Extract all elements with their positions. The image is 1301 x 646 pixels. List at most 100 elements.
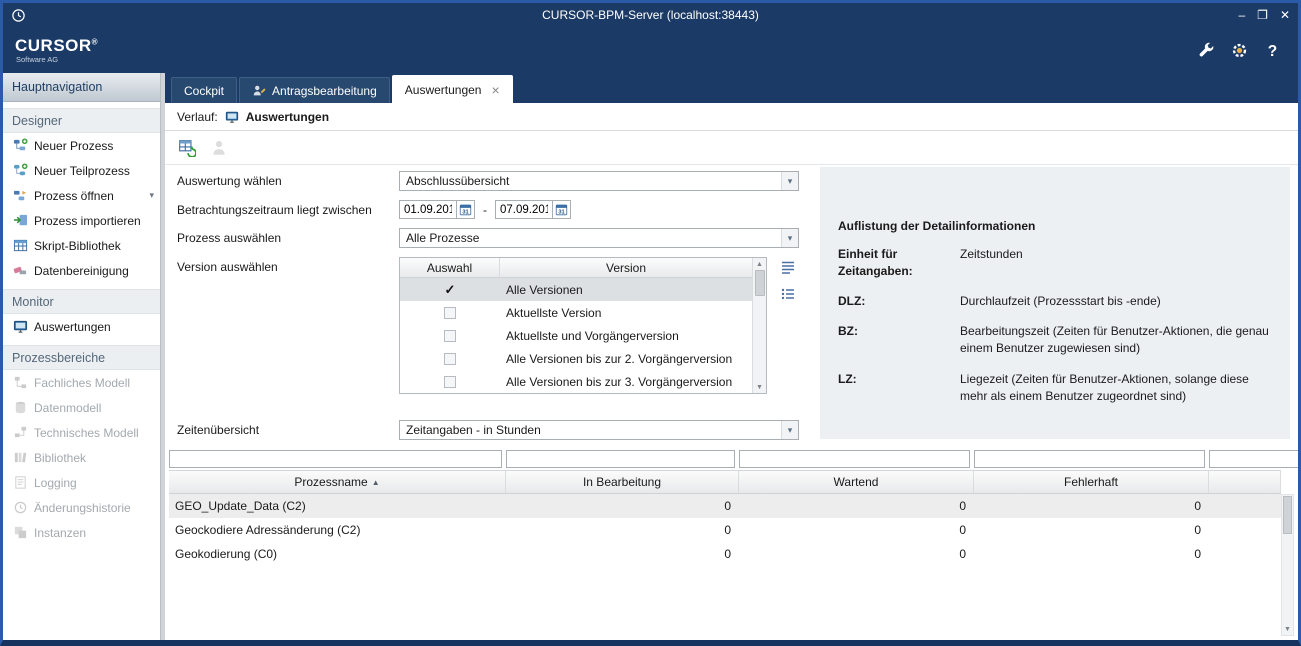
zeiten-row: Zeitenübersicht Zeitangaben - in Stunden… [177, 420, 825, 440]
close-icon[interactable]: × [491, 83, 499, 97]
chevron-down-icon[interactable]: ▾ [149, 190, 154, 201]
sidebar-item-label: Neuer Teilprozess [34, 164, 130, 178]
filter-input-3[interactable] [974, 450, 1205, 468]
version-row[interactable]: Alle Versionen bis zur 3. Vorgängerversi… [400, 370, 752, 393]
sort-asc-icon: ▲ [372, 478, 380, 487]
close-button[interactable]: ✕ [1280, 9, 1290, 21]
version-row[interactable]: Aktuellste und Vorgängerversion [400, 324, 752, 347]
app-window: CURSOR-BPM-Server (localhost:38443) – ❐ … [0, 0, 1301, 646]
checkbox-icon[interactable] [444, 353, 456, 365]
date-from-input[interactable] [399, 200, 457, 219]
main-area: Cockpit Antragsbearbeitung Auswertungen × V… [161, 73, 1298, 640]
svg-text:31: 31 [462, 210, 468, 216]
filter-input-1[interactable] [506, 450, 735, 468]
chevron-down-icon: ▾ [781, 172, 798, 190]
column-header-wartend[interactable]: Wartend [739, 471, 974, 493]
details-icon[interactable] [780, 259, 796, 275]
column-header-prozessname[interactable]: Prozessname ▲ [169, 471, 506, 493]
calendar-to-button[interactable]: 31 [553, 200, 571, 219]
tab-antragsbearbeitung[interactable]: Antragsbearbeitung [239, 77, 390, 103]
auswertung-select[interactable]: Abschlussübersicht ▾ [399, 171, 799, 191]
sidebar-item-fachliches-modell: Fachliches Modell [3, 370, 160, 395]
table-row[interactable]: GEO_Update_Data (C2)000 [169, 494, 1281, 518]
history-label: Verlauf: [177, 110, 218, 124]
row-value-cell: 0 [974, 547, 1209, 561]
checkbox-icon[interactable] [444, 330, 456, 342]
minimize-button[interactable]: – [1238, 9, 1245, 21]
tab-cockpit[interactable]: Cockpit [171, 77, 237, 103]
history-item[interactable]: Auswertungen [246, 110, 329, 124]
tab-label: Cockpit [184, 84, 224, 98]
checkmark-icon: ✓ [445, 283, 456, 296]
row-name-cell: Geockodiere Adressänderung (C2) [169, 523, 506, 537]
process-open-icon [13, 188, 28, 203]
sidebar-item-prozess-offnen[interactable]: Prozess öffnen▾ [3, 183, 160, 208]
datamodel-icon [13, 400, 28, 415]
scroll-down-icon[interactable]: ▼ [1284, 623, 1291, 635]
scroll-up-icon[interactable]: ▲ [756, 258, 763, 270]
version-scrollbar[interactable]: ▲ ▼ [752, 258, 766, 393]
column-header-fehlerhaft[interactable]: Fehlerhaft [974, 471, 1209, 493]
column-header-version: Version [500, 258, 752, 277]
checkbox-icon[interactable] [444, 307, 456, 319]
refresh-report-button[interactable] [175, 136, 199, 160]
zeiten-select[interactable]: Zeitangaben - in Stunden ▾ [399, 420, 799, 440]
version-row[interactable]: ✓ Alle Versionen [400, 278, 752, 301]
list-icon[interactable] [780, 286, 796, 302]
calendar-from-button[interactable]: 31 [457, 200, 475, 219]
version-row[interactable]: Aktuellste Version [400, 301, 752, 324]
checkbox-icon[interactable] [444, 376, 456, 388]
scrollbar-thumb[interactable] [755, 270, 765, 296]
process-new-icon [13, 138, 28, 153]
sidebar-item-datenbereinigung[interactable]: Datenbereinigung [3, 258, 160, 283]
wrench-icon[interactable] [1197, 41, 1216, 60]
registered-mark: ® [92, 37, 98, 46]
sidebar-section-monitor: Monitor [3, 289, 160, 314]
help-icon[interactable]: ? [1263, 41, 1282, 60]
sidebar-item-datenmodell: Datenmodell [3, 395, 160, 420]
info-entry: DLZ:Durchlaufzeit (Prozessstart bis -end… [838, 293, 1270, 310]
filter-input-0[interactable] [169, 450, 502, 468]
scroll-down-icon[interactable]: ▼ [756, 381, 763, 393]
deploy-icon[interactable] [1230, 41, 1249, 60]
info-definition: Zeitstunden [960, 246, 1270, 280]
column-label: Fehlerhaft [1064, 475, 1118, 489]
sidebar-item-neuer-prozess[interactable]: Neuer Prozess [3, 133, 160, 158]
maximize-button[interactable]: ❐ [1257, 9, 1268, 21]
date-to-input[interactable] [495, 200, 553, 219]
table-row[interactable]: Geokodierung (C0)000 [169, 542, 1281, 566]
vertical-scrollbar[interactable]: ▼ [1281, 494, 1294, 636]
sidebar-item-auswertungen[interactable]: Auswertungen [3, 314, 160, 339]
version-table-header: Auswahl Version [400, 258, 752, 278]
tab-label: Auswertungen [405, 83, 482, 97]
version-check-cell [400, 376, 500, 388]
filter-input-4[interactable] [1209, 450, 1301, 468]
tab-auswertungen[interactable]: Auswertungen × [392, 75, 513, 103]
column-label: Prozessname [294, 475, 367, 489]
reports-icon [13, 319, 28, 334]
row-name-cell: Geokodierung (C0) [169, 547, 506, 561]
prozess-select[interactable]: Alle Prozesse ▾ [399, 228, 799, 248]
scrollbar-thumb[interactable] [1283, 496, 1292, 534]
brand-name: CURSOR [15, 36, 92, 55]
zeitraum-row: Betrachtungszeitraum liegt zwischen 31 -… [177, 200, 825, 219]
sidebar-item-skript-bibliothek[interactable]: Skript-Bibliothek [3, 233, 160, 258]
version-check-cell [400, 330, 500, 342]
row-value-cell: 0 [974, 499, 1209, 513]
column-header-in-bearbeitung[interactable]: In Bearbeitung [506, 471, 739, 493]
app-header: CURSOR® Software AG ? [3, 27, 1298, 73]
zeitraum-label: Betrachtungszeitraum liegt zwischen [177, 203, 399, 217]
version-table: Auswahl Version ✓ Alle Versionen Aktuellst… [399, 257, 767, 394]
table-row[interactable]: Geockodiere Adressänderung (C2)000 [169, 518, 1281, 542]
results-section: Prozessname ▲ In BearbeitungWartend Fehlerh… [165, 448, 1298, 640]
sidebar-item-neuer-teilprozess[interactable]: Neuer Teilprozess [3, 158, 160, 183]
prozess-row: Prozess auswählen Alle Prozesse ▾ [177, 228, 825, 248]
model-icon [13, 375, 28, 390]
version-option-label: Alle Versionen [500, 283, 752, 297]
title-bar: CURSOR-BPM-Server (localhost:38443) – ❐ … [3, 3, 1298, 27]
filter-input-2[interactable] [739, 450, 970, 468]
sidebar-item-prozess-importieren[interactable]: Prozess importieren [3, 208, 160, 233]
version-row[interactable]: Alle Versionen bis zur 2. Vorgängerversi… [400, 347, 752, 370]
person-gray-icon [210, 139, 228, 157]
report-form: Auswertung wählen Abschlussübersicht ▾ B… [165, 165, 1298, 448]
